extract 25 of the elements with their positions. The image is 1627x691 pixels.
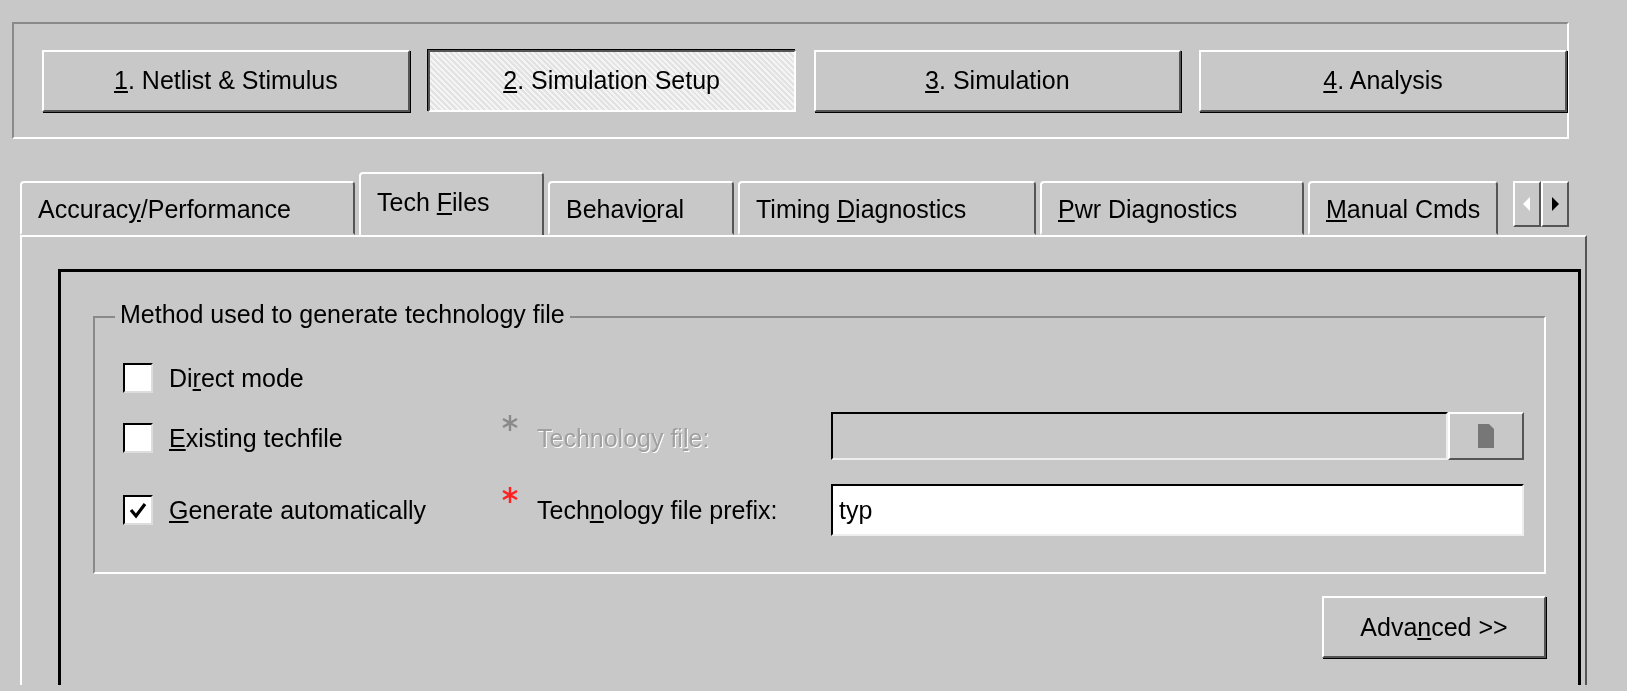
checkbox-label: Generate automatically	[169, 495, 427, 525]
tab[interactable]: Manual Cmds	[1308, 181, 1499, 235]
tab[interactable]: Accuracy/Performance	[20, 181, 355, 235]
tab[interactable]: Pwr Diagnostics	[1040, 181, 1304, 235]
checkbox[interactable]	[123, 363, 153, 393]
checkbox-label: Existing techfile	[169, 423, 343, 453]
step-button[interactable]: 3. Simulation	[813, 49, 1182, 112]
browse-button[interactable]	[1448, 412, 1524, 460]
checkbox[interactable]	[123, 423, 153, 453]
scroll-right-button[interactable]	[1541, 181, 1569, 227]
advanced-button[interactable]: Advanced >>	[1322, 596, 1546, 658]
left-triangle-icon	[1522, 196, 1532, 212]
text-field[interactable]: typ	[831, 484, 1524, 536]
tab[interactable]: Tech Files	[359, 172, 544, 235]
step-button[interactable]: 2. Simulation Setup	[427, 49, 796, 112]
checkbox-label: Direct mode	[169, 363, 304, 393]
checkmark-icon	[128, 500, 148, 520]
step-button[interactable]: 1. Netlist & Stimulus	[42, 49, 410, 112]
tab[interactable]: Timing Diagnostics	[738, 181, 1036, 235]
tab[interactable]: Behavioral	[548, 181, 734, 235]
step-button[interactable]: 4. Analysis	[1199, 49, 1567, 112]
field-label: Technology file prefix:	[537, 495, 779, 525]
file-icon	[1477, 423, 1495, 449]
checkbox[interactable]	[123, 495, 153, 525]
right-triangle-icon	[1550, 196, 1560, 212]
